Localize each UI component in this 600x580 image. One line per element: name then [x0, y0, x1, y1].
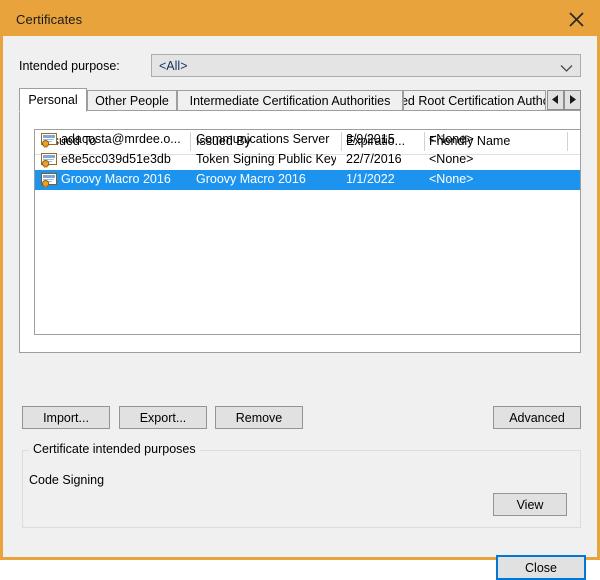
tab-other-people[interactable]: Other People [87, 90, 177, 111]
cell-friendly-name: <None> [429, 172, 474, 186]
tab-personal[interactable]: Personal [19, 88, 87, 112]
cell-friendly-name: <None> [429, 132, 474, 146]
export-button[interactable]: Export... [119, 406, 207, 429]
certificate-icon [41, 132, 58, 148]
certificates-dialog: Certificates Intended purpose: <All> Per… [0, 0, 600, 580]
tab-scroll-left-button[interactable] [547, 90, 564, 110]
chevron-down-icon [560, 62, 573, 76]
cell-issued-by: Communications Server [196, 132, 330, 146]
certificate-intended-purposes-group [22, 450, 581, 528]
group-legend: Certificate intended purposes [29, 442, 200, 456]
triangle-left-icon [552, 93, 559, 107]
intended-purpose-value: <All> [159, 59, 188, 73]
certificate-icon [41, 172, 58, 188]
cell-friendly-name: <None> [429, 152, 474, 166]
tab-trusted-root-certification-authorities[interactable]: Trusted Root Certification Authorities [403, 90, 546, 111]
title-bar: Certificates [3, 3, 597, 36]
cell-issued-by: Token Signing Public Key [196, 152, 336, 166]
view-button[interactable]: View [493, 493, 567, 516]
tab-intermediate-certification-authorities[interactable]: Intermediate Certification Authorities [177, 90, 403, 111]
remove-button[interactable]: Remove [215, 406, 303, 429]
tab-label: Other People [95, 94, 169, 108]
cell-issued-to: adacosta@mrdee.o... [61, 132, 181, 146]
intended-purpose-select[interactable]: <All> [151, 54, 581, 77]
table-row[interactable]: adacosta@mrdee.o... Communications Server… [35, 130, 580, 150]
dialog-body: Intended purpose: <All> Personal Other Pe… [3, 36, 597, 580]
cell-issued-by: Groovy Macro 2016 [196, 172, 306, 186]
table-row[interactable]: Groovy Macro 2016 Groovy Macro 2016 1/1/20… [35, 170, 580, 190]
cell-issued-to: e8e5cc039d51e3db [61, 152, 171, 166]
certificate-icon [41, 152, 58, 168]
intended-purposes-value: Code Signing [29, 473, 105, 487]
tab-label: Personal [28, 93, 78, 107]
cell-expiration: 22/7/2016 [346, 152, 402, 166]
window-title: Certificates [16, 12, 83, 27]
cell-expiration: 1/1/2022 [346, 172, 395, 186]
import-button[interactable]: Import... [22, 406, 110, 429]
cell-expiration: 3/9/2015 [346, 132, 395, 146]
tab-scroll-right-button[interactable] [564, 90, 581, 110]
certificate-list[interactable]: Issued To Issued By Expiratio... Friendly N… [34, 129, 581, 335]
tab-strip: Personal Other People Intermediate Certifi… [19, 88, 581, 112]
intended-purpose-label: Intended purpose: [19, 59, 120, 73]
triangle-right-icon [569, 93, 576, 107]
advanced-button[interactable]: Advanced [493, 406, 581, 429]
table-row[interactable]: e8e5cc039d51e3db Token Signing Public Key… [35, 150, 580, 170]
cell-issued-to: Groovy Macro 2016 [61, 172, 171, 186]
tab-label: Trusted Root Certification Authorities [404, 94, 545, 108]
close-icon[interactable] [555, 3, 597, 36]
tab-label: Intermediate Certification Authorities [189, 94, 391, 108]
close-button[interactable]: Close [496, 555, 586, 580]
